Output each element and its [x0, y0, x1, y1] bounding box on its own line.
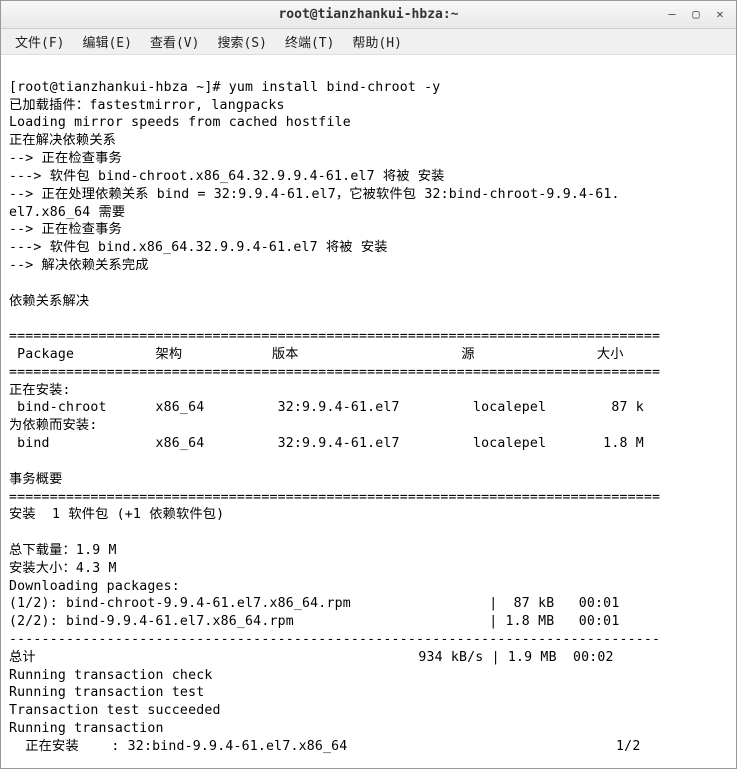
maximize-button[interactable]: ▢ — [684, 3, 708, 25]
rule: ========================================… — [9, 329, 660, 344]
minimize-button[interactable]: — — [660, 3, 684, 25]
output-line: 正在解决依赖关系 — [9, 133, 116, 148]
menubar: 文件(F) 编辑(E) 查看(V) 搜索(S) 终端(T) 帮助(H) — [1, 29, 736, 55]
output-line: 安装大小：4.3 M — [9, 561, 117, 576]
command-text: yum install bind-chroot -y — [229, 80, 441, 95]
table-row: bind x86_64 32:9.9.4-61.el7 localepel 1.… — [9, 436, 644, 451]
terminal-window: root@tianzhankui-hbza:~ — ▢ ✕ 文件(F) 编辑(E… — [0, 0, 737, 769]
menu-help[interactable]: 帮助(H) — [344, 29, 409, 54]
dash-rule: ----------------------------------------… — [9, 632, 660, 647]
output-line: Loading mirror speeds from cached hostfi… — [9, 115, 351, 130]
menu-edit[interactable]: 编辑(E) — [74, 29, 139, 54]
dep-header: 为依赖而安装: — [9, 418, 97, 433]
output-line: --> 正在检查事务 — [9, 151, 122, 166]
menu-search[interactable]: 搜索(S) — [209, 29, 274, 54]
output-line: ---> 软件包 bind.x86_64.32.9.9.4-61.el7 将被 … — [9, 240, 388, 255]
output-line: 已加载插件：fastestmirror, langpacks — [9, 98, 285, 113]
installing-header: 正在安装: — [9, 383, 71, 398]
output-line: el7.x86_64 需要 — [9, 205, 125, 220]
table-row: bind-chroot x86_64 32:9.9.4-61.el7 local… — [9, 400, 644, 415]
close-button[interactable]: ✕ — [708, 3, 732, 25]
output-line: 依赖关系解决 — [9, 294, 89, 309]
installing-line: 正在安装 : 32:bind-9.9.4-61.el7.x86_64 1/2 — [9, 739, 640, 754]
menu-view[interactable]: 查看(V) — [142, 29, 207, 54]
rule: ========================================… — [9, 365, 660, 380]
output-line: Downloading packages: — [9, 579, 180, 594]
output-line: Running transaction test — [9, 685, 204, 700]
prompt: [root@tianzhankui-hbza ~]# — [9, 80, 229, 95]
output-line: --> 正在检查事务 — [9, 222, 122, 237]
download-line: (2/2): bind-9.9.4-61.el7.x86_64.rpm | 1.… — [9, 614, 619, 629]
output-line: Transaction test succeeded — [9, 703, 221, 718]
menu-file[interactable]: 文件(F) — [7, 29, 72, 54]
titlebar: root@tianzhankui-hbza:~ — ▢ ✕ — [1, 1, 736, 29]
install-summary: 安装 1 软件包 (+1 依赖软件包) — [9, 507, 224, 522]
output-line: Running transaction — [9, 721, 164, 736]
window-controls: — ▢ ✕ — [660, 3, 732, 25]
rule: ========================================… — [9, 490, 660, 505]
summary-header: 事务概要 — [9, 472, 63, 487]
table-header: Package 架构 版本 源 大小 — [9, 347, 624, 362]
menu-terminal[interactable]: 终端(T) — [277, 29, 342, 54]
output-line: ---> 软件包 bind-chroot.x86_64.32.9.9.4-61.… — [9, 169, 445, 184]
output-line: 总下载量：1.9 M — [9, 543, 117, 558]
terminal-output[interactable]: [root@tianzhankui-hbza ~]# yum install b… — [1, 55, 736, 768]
total-line: 总计 934 kB/s | 1.9 MB 00:02 — [9, 650, 614, 665]
output-line: --> 解决依赖关系完成 — [9, 258, 149, 273]
output-line: --> 正在处理依赖关系 bind = 32:9.9.4-61.el7，它被软件… — [9, 187, 620, 202]
output-line: Running transaction check — [9, 668, 213, 683]
download-line: (1/2): bind-chroot-9.9.4-61.el7.x86_64.r… — [9, 596, 619, 611]
window-title: root@tianzhankui-hbza:~ — [1, 7, 736, 22]
